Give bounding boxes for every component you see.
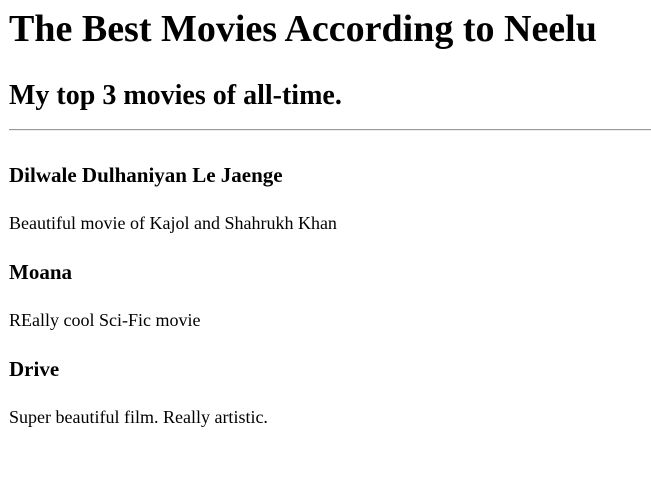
movie-description: REally cool Sci-Fic movie <box>9 310 201 330</box>
movie-title: Dilwale Dulhaniyan Le Jaenge <box>9 163 283 187</box>
movie-description: Super beautiful film. Really artistic. <box>9 407 268 427</box>
divider <box>9 129 651 131</box>
page-subtitle: My top 3 movies of all-time. <box>9 80 342 111</box>
movie-title: Drive <box>9 357 60 381</box>
movie-title: Moana <box>9 260 72 284</box>
page-title: The Best Movies According to Neelu <box>9 8 597 50</box>
movie-description: Beautiful movie of Kajol and Shahrukh Kh… <box>9 213 337 233</box>
